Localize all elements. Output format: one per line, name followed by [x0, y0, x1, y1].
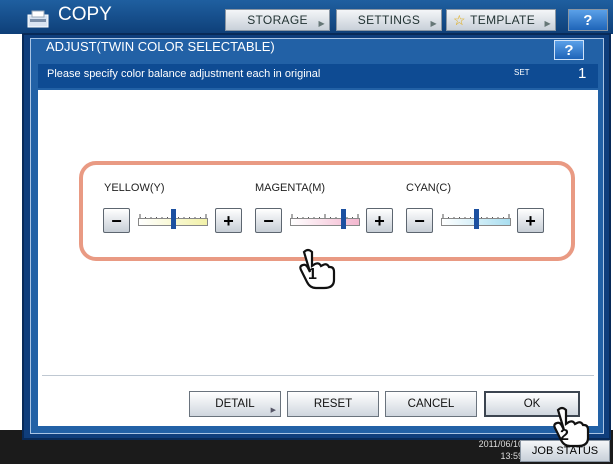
tab-settings[interactable]: SETTINGS ▶ [336, 9, 442, 31]
cyan-label: CYAN(C) [406, 182, 452, 194]
divider [42, 375, 594, 376]
pointing-hand-icon [546, 402, 592, 448]
cyan-minus-button[interactable]: − [406, 208, 433, 233]
app-title: COPY [58, 4, 112, 25]
step-2-label: 2 [560, 427, 569, 444]
magenta-minus-button[interactable]: − [255, 208, 282, 233]
yellow-plus-button[interactable]: + [215, 208, 242, 233]
set-label: SET [514, 68, 530, 77]
tab-storage[interactable]: STORAGE ▶ [225, 9, 330, 31]
copy-icon [26, 9, 52, 29]
app-help-label: ? [583, 11, 593, 29]
star-icon: ☆ [453, 12, 466, 28]
clock: 2011/06/10 13:59 [468, 438, 523, 464]
slider-track [290, 218, 360, 226]
cancel-button[interactable]: CANCEL [385, 391, 477, 417]
yellow-label: YELLOW(Y) [104, 182, 165, 194]
dialog-title: ADJUST(TWIN COLOR SELECTABLE) [46, 39, 275, 54]
cancel-label: CANCEL [407, 398, 455, 410]
tab-template-label: TEMPLATE [470, 13, 535, 27]
slider-pointer[interactable] [340, 209, 346, 229]
cyan-slider[interactable] [441, 209, 511, 231]
slider-pointer[interactable] [171, 209, 176, 229]
yellow-slider[interactable] [138, 209, 208, 231]
yellow-minus-button[interactable]: − [103, 208, 130, 233]
magenta-slider[interactable] [290, 209, 360, 231]
detail-button[interactable]: DETAIL ▶ [189, 391, 281, 417]
magenta-label: MAGENTA(M) [255, 182, 326, 194]
slider-ticks [290, 209, 360, 222]
reset-button[interactable]: RESET [287, 391, 379, 417]
magenta-plus-button[interactable]: + [366, 208, 393, 233]
set-number: 1 [578, 65, 587, 82]
tab-template[interactable]: ☆ TEMPLATE ▶ [446, 9, 556, 31]
slider-pointer[interactable] [474, 209, 479, 229]
reset-label: RESET [313, 398, 353, 410]
instruction-message: Please specify color balance adjustment … [47, 68, 321, 80]
detail-label: DETAIL [215, 398, 255, 410]
step-1-label: 1 [308, 266, 317, 283]
app-help-button[interactable]: ? [568, 9, 608, 31]
tab-storage-label: STORAGE [247, 13, 308, 27]
clock-time: 13:59 [500, 451, 523, 461]
ok-label: OK [523, 398, 541, 410]
dialog-help-label: ? [564, 41, 574, 59]
dialog-help-button[interactable]: ? [554, 40, 584, 60]
tab-settings-label: SETTINGS [357, 13, 421, 27]
cyan-plus-button[interactable]: + [517, 208, 544, 233]
